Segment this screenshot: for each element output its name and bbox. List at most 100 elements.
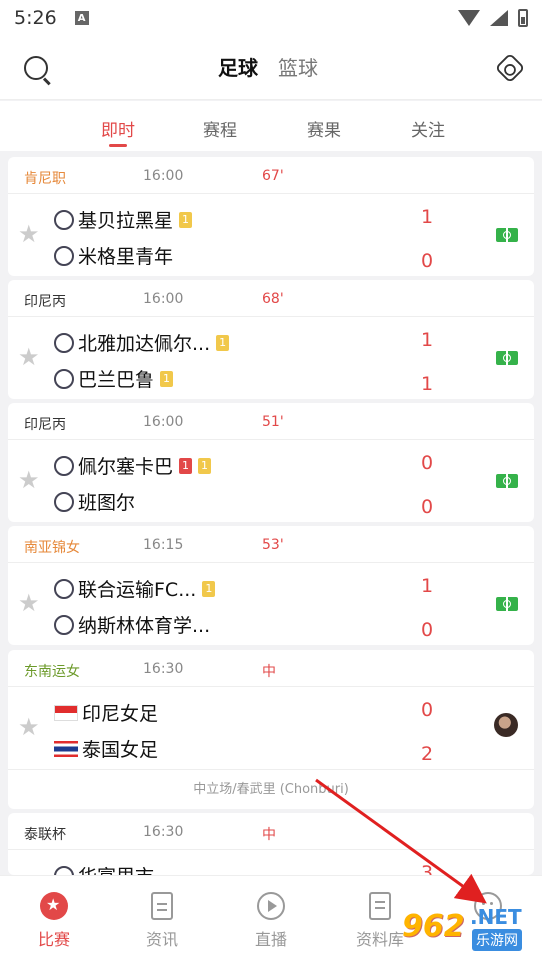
wifi-icon bbox=[458, 10, 480, 26]
live-field-icon[interactable] bbox=[496, 597, 518, 611]
live-field-icon[interactable] bbox=[496, 351, 518, 365]
match-card[interactable]: 泰联杯16:30中★华富里市3 bbox=[8, 813, 534, 875]
yellow-card-badge: 1 bbox=[216, 334, 230, 351]
home-team: 基贝拉黑星 1 bbox=[54, 206, 193, 233]
team-logo-icon bbox=[54, 614, 74, 635]
watermark-logo: 962 bbox=[402, 909, 465, 944]
match-body: ★ 印尼女足泰国女足 0 2 bbox=[8, 687, 534, 769]
live-field-icon[interactable] bbox=[496, 228, 518, 242]
yellow-card-badge: 1 bbox=[198, 457, 212, 474]
database-icon bbox=[369, 892, 391, 920]
home-score: 0 bbox=[421, 699, 434, 721]
favorite-star-icon[interactable]: ★ bbox=[18, 466, 40, 494]
status-time: 5:26 bbox=[14, 7, 57, 29]
nav-label: 比赛 bbox=[37, 930, 70, 949]
match-card[interactable]: 南亚锦女 16:15 53' ★ 联合运输FC... 1 纳斯林体育学... 1 0 bbox=[8, 526, 534, 645]
match-time: 16:00 bbox=[143, 168, 184, 184]
tab-basketball[interactable]: 篮球 bbox=[278, 52, 318, 81]
settings-icon[interactable] bbox=[494, 52, 526, 84]
favorite-star-icon[interactable]: ★ bbox=[18, 589, 40, 617]
away-score: 0 bbox=[421, 619, 434, 641]
away-team: 班图尔 bbox=[54, 488, 135, 515]
watermark-site: 乐游网 bbox=[472, 929, 522, 951]
away-score: 2 bbox=[421, 743, 434, 765]
home-team-name: 佩尔塞卡巴 bbox=[78, 456, 174, 478]
live-field-icon[interactable] bbox=[496, 474, 518, 488]
sport-tabs: 足球 篮球 bbox=[218, 46, 318, 81]
indonesia-flag-icon bbox=[54, 704, 78, 721]
away-team-name: 泰国女足 bbox=[82, 739, 159, 761]
match-time: 16:15 bbox=[143, 537, 184, 553]
away-team-name: 班图尔 bbox=[78, 492, 136, 514]
team-logo-icon bbox=[54, 455, 74, 476]
streamer-avatar[interactable] bbox=[494, 713, 518, 737]
favorite-star-icon[interactable]: ★ bbox=[18, 220, 40, 248]
match-status: 53' bbox=[262, 537, 284, 553]
away-team-name: 巴兰巴鲁 bbox=[78, 369, 155, 391]
news-icon bbox=[151, 892, 173, 920]
match-body: ★ 基贝拉黑星 1 米格里青年 1 0 bbox=[8, 194, 534, 276]
match-time: 16:00 bbox=[143, 291, 184, 307]
signal-icon bbox=[490, 10, 508, 26]
home-team: 佩尔塞卡巴 1 1 bbox=[54, 452, 212, 479]
status-bar: 5:26 A bbox=[0, 0, 542, 36]
match-body: ★ 联合运输FC... 1 纳斯林体育学... 1 0 bbox=[8, 563, 534, 645]
match-header: 南亚锦女 16:15 53' bbox=[8, 526, 534, 563]
nav-label: 直播 bbox=[254, 930, 287, 949]
notification-icon: A bbox=[74, 11, 89, 25]
home-team: 联合运输FC... 1 bbox=[54, 575, 216, 602]
tab-following[interactable]: 关注 bbox=[411, 116, 445, 141]
match-card[interactable]: 肯尼职 16:00 67' ★ 基贝拉黑星 1 米格里青年 1 0 bbox=[8, 157, 534, 276]
tab-football[interactable]: 足球 bbox=[218, 46, 270, 81]
tab-live[interactable]: 即时 bbox=[101, 116, 135, 141]
team-logo-icon bbox=[54, 578, 74, 599]
watermark: 962 .NET 乐游网 bbox=[398, 903, 538, 957]
away-score: 1 bbox=[421, 373, 434, 395]
home-team-name: 北雅加达佩尔... bbox=[78, 333, 211, 355]
match-card[interactable]: 印尼丙 16:00 51' ★ 佩尔塞卡巴 1 1 班图尔 0 0 bbox=[8, 403, 534, 522]
home-score: 0 bbox=[421, 452, 434, 474]
away-score: 0 bbox=[421, 250, 434, 272]
league-name: 印尼丙 bbox=[24, 417, 66, 433]
match-header: 肯尼职 16:00 67' bbox=[8, 157, 534, 194]
tab-schedule[interactable]: 赛程 bbox=[203, 116, 237, 141]
yellow-card-badge: 1 bbox=[160, 370, 174, 387]
tab-results[interactable]: 赛果 bbox=[307, 116, 341, 141]
thailand-flag-icon bbox=[54, 740, 78, 757]
home-team: 华富里市 bbox=[54, 862, 154, 875]
match-body: ★ 佩尔塞卡巴 1 1 班图尔 0 0 bbox=[8, 440, 534, 522]
match-status: 51' bbox=[262, 414, 284, 430]
home-team: 印尼女足 bbox=[54, 699, 158, 726]
nav-live[interactable]: 直播 bbox=[231, 892, 311, 950]
home-score: 3 bbox=[421, 862, 434, 875]
search-icon[interactable] bbox=[24, 56, 48, 80]
match-status: 中 bbox=[262, 827, 276, 843]
team-logo-icon bbox=[54, 865, 74, 875]
match-time: 16:00 bbox=[143, 414, 184, 430]
away-team: 泰国女足 bbox=[54, 735, 158, 762]
home-team-name: 印尼女足 bbox=[82, 703, 159, 725]
home-team-name: 华富里市 bbox=[78, 862, 154, 875]
match-time: 16:30 bbox=[143, 824, 184, 840]
away-team: 米格里青年 bbox=[54, 242, 173, 269]
match-time: 16:30 bbox=[143, 661, 184, 677]
live-icon bbox=[257, 892, 285, 920]
home-team-name: 联合运输FC... bbox=[78, 579, 197, 601]
match-header: 泰联杯 16:30 中 bbox=[8, 813, 534, 850]
match-card[interactable]: 印尼丙 16:00 68' ★ 北雅加达佩尔... 1 巴兰巴鲁 1 1 1 bbox=[8, 280, 534, 399]
nav-matches[interactable]: 比赛 bbox=[14, 892, 94, 950]
league-name: 东南运女 bbox=[24, 664, 80, 680]
league-name: 印尼丙 bbox=[24, 294, 66, 310]
away-team-name: 米格里青年 bbox=[78, 246, 174, 268]
team-logo-icon bbox=[54, 491, 74, 512]
yellow-card-badge: 1 bbox=[179, 211, 193, 228]
match-card[interactable]: 东南运女 16:30 中 ★ 印尼女足 泰国女足 0 2 中立场/春武里 (Chonburi) bbox=[8, 650, 534, 809]
match-header: 印尼丙 16:00 51' bbox=[8, 403, 534, 440]
match-status: 68' bbox=[262, 291, 284, 307]
home-team-name: 基贝拉黑星 bbox=[78, 210, 174, 232]
favorite-star-icon[interactable]: ★ bbox=[18, 713, 40, 741]
top-bar: 足球 篮球 bbox=[0, 36, 542, 100]
favorite-star-icon[interactable]: ★ bbox=[18, 343, 40, 371]
league-name: 南亚锦女 bbox=[24, 540, 80, 556]
nav-news[interactable]: 资讯 bbox=[122, 892, 202, 950]
